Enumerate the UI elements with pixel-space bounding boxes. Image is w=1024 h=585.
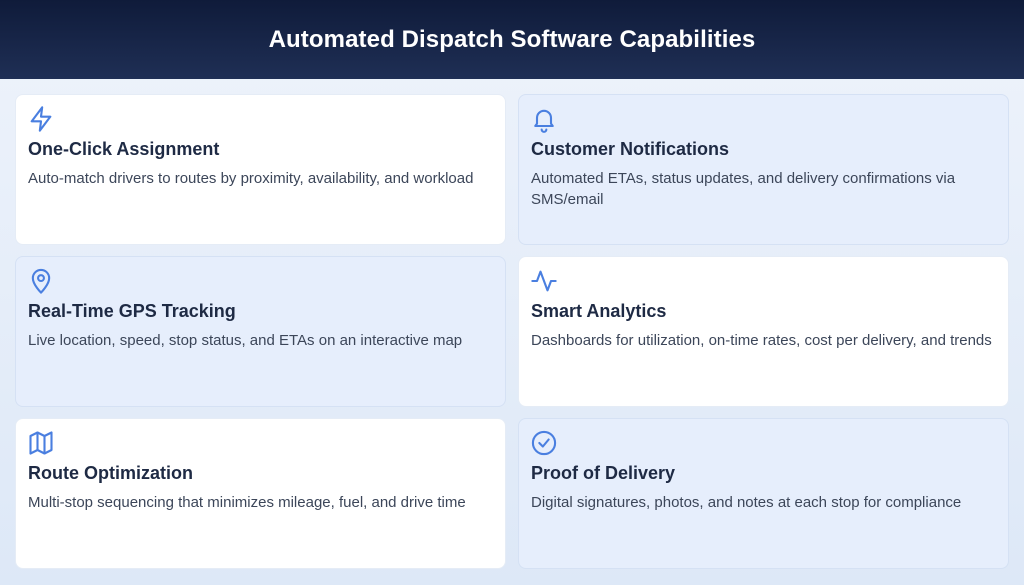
card-description: Auto-match drivers to routes by proximit… <box>28 170 474 187</box>
card-title: Proof of Delivery <box>531 463 676 483</box>
lightning-icon <box>27 105 55 133</box>
card-description: Dashboards for utilization, on-time rate… <box>531 332 992 349</box>
card-title: Route Optimization <box>28 463 193 483</box>
card-real-time-gps-tracking: Real-Time GPS Tracking Live location, sp… <box>15 256 506 407</box>
card-one-click-assignment: One-Click Assignment Auto-match drivers … <box>15 94 506 245</box>
bell-icon <box>530 105 558 133</box>
card-proof-of-delivery: Proof of Delivery Digital signatures, ph… <box>518 418 1009 569</box>
card-title: Real-Time GPS Tracking <box>28 301 236 321</box>
card-customer-notifications: Customer Notifications Automated ETAs, s… <box>518 94 1009 245</box>
card-description: Live location, speed, stop status, and E… <box>28 332 463 349</box>
page-header: Automated Dispatch Software Capabilities <box>0 0 1024 79</box>
card-title: Customer Notifications <box>531 139 730 159</box>
card-description: Digital signatures, photos, and notes at… <box>531 494 962 511</box>
card-smart-analytics: Smart Analytics Dashboards for utilizati… <box>518 256 1009 407</box>
card-title: Smart Analytics <box>531 301 667 321</box>
card-route-optimization: Route Optimization Multi-stop sequencing… <box>15 418 506 569</box>
capabilities-grid: One-Click Assignment Auto-match drivers … <box>15 94 1009 569</box>
check-circle-icon <box>530 429 558 457</box>
activity-icon <box>530 267 558 295</box>
map-icon <box>27 429 55 457</box>
card-title: One-Click Assignment <box>28 139 220 159</box>
map-pin-icon <box>27 267 55 295</box>
card-description: Automated ETAs, status updates, and deli… <box>531 170 956 208</box>
page-title: Automated Dispatch Software Capabilities <box>268 25 756 53</box>
card-description: Multi-stop sequencing that minimizes mil… <box>28 494 466 511</box>
